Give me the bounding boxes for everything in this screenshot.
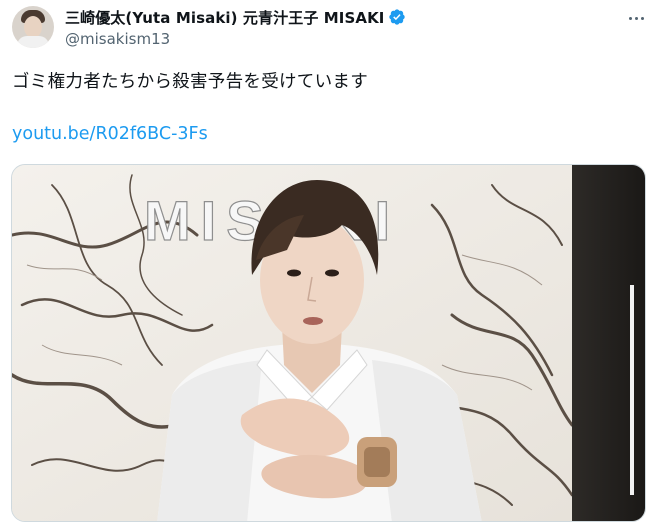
tweet: 三崎優太(Yuta Misaki) 元青汁王子 MISAKI @misakism… <box>0 0 666 530</box>
tweet-media-photo[interactable]: MISAKI <box>11 164 646 522</box>
author-display-name[interactable]: 三崎優太(Yuta Misaki) 元青汁王子 MISAKI <box>65 7 384 28</box>
avatar-shirt <box>17 36 49 48</box>
author-handle[interactable]: @misakism13 <box>65 30 170 48</box>
tweet-text: ゴミ権力者たちから殺害予告を受けています <box>12 72 368 92</box>
tweet-link[interactable]: youtu.be/R02f6BC-3Fs <box>12 124 208 144</box>
photo-illustration: MISAKI <box>12 165 645 521</box>
author-name-row: 三崎優太(Yuta Misaki) 元青汁王子 MISAKI <box>65 6 406 28</box>
avatar-face <box>24 16 42 38</box>
more-options-icon[interactable] <box>622 6 650 30</box>
avatar[interactable] <box>12 6 54 48</box>
verified-badge-icon <box>389 9 406 25</box>
